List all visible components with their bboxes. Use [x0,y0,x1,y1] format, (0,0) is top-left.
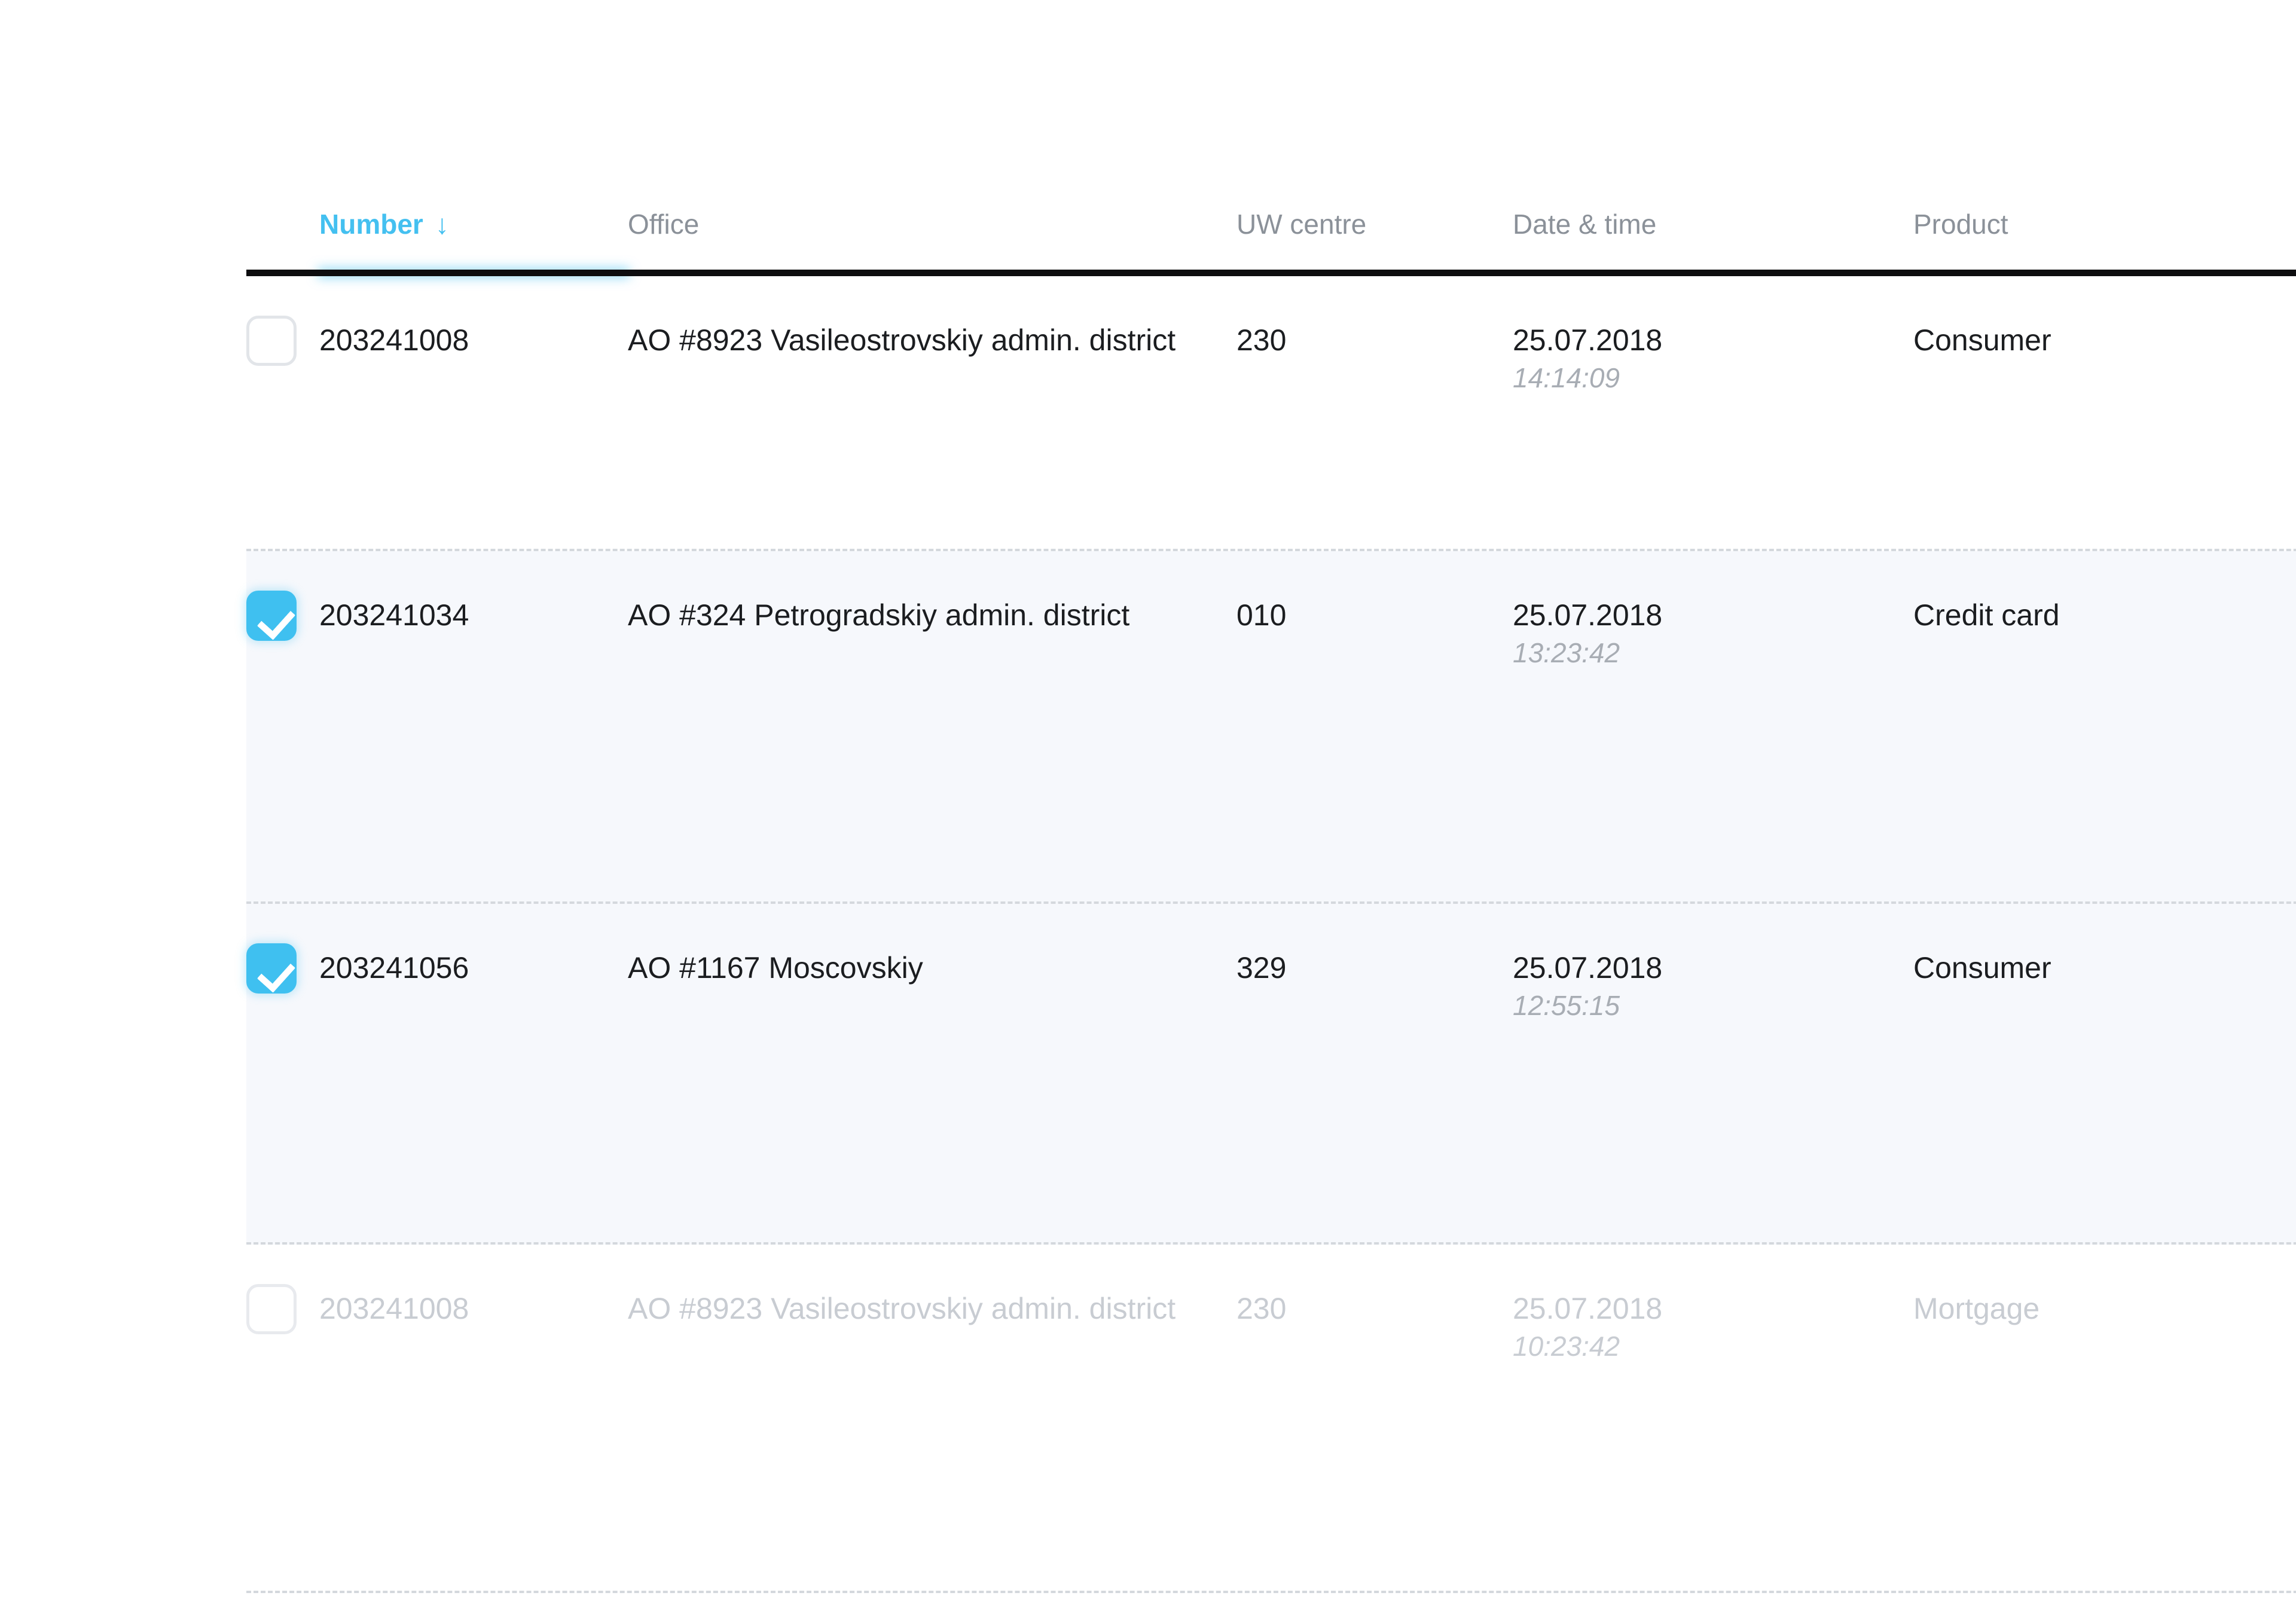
row-checkbox[interactable] [246,316,297,366]
cell-uw-centre: 010 [1236,598,1287,632]
cell-uw-centre: 230 [1236,1292,1287,1325]
row-select-cell[interactable] [246,904,319,994]
table-row[interactable]: 203241008 AO #8923 Vasileostrovskiy admi… [246,276,2296,551]
cell-number: 203241008 [319,323,469,357]
cell-office: AO #324 Petrogradskiy admin. district [628,598,1130,632]
column-header-date-time[interactable]: Date & time [1513,179,1913,276]
header-bottom-rule [246,270,2296,276]
cell-office: AO #8923 Vasileostrovskiy admin. distric… [628,323,1176,357]
cell-time: 10:23:42 [1513,1331,1620,1362]
row-select-cell[interactable] [246,551,319,641]
orders-table: Number ↓ Office UW centre Date & time Pro… [246,0,2296,1620]
table-header-row: Number ↓ Office UW centre Date & time Pro… [246,179,2296,276]
column-header-uw-centre-label: UW centre [1236,209,1367,240]
cell-time: 14:14:09 [1513,362,1620,393]
cell-date: 25.07.2018 [1513,951,1663,985]
cell-number: 203241056 [319,951,469,985]
cell-office: AO #8923 Vasileostrovskiy admin. distric… [628,1292,1176,1325]
cell-date: 25.07.2018 [1513,598,1663,632]
cell-office: AO #1167 Moscovskiy [628,951,923,985]
cell-date-time: 25.07.2018 13:23:42 [1513,551,1913,671]
row-select-cell[interactable] [246,276,319,366]
cell-product: Consumer [1913,323,2051,357]
row-select-cell[interactable] [246,1245,319,1334]
cell-date-time: 25.07.2018 10:23:42 [1513,1245,1913,1364]
column-header-uw-centre[interactable]: UW centre [1236,179,1513,276]
cell-date: 25.07.2018 [1513,1292,1663,1325]
cell-date-time: 25.07.2018 12:55:15 [1513,904,1913,1023]
cell-uw-centre: 329 [1236,951,1287,985]
column-header-number[interactable]: Number ↓ [319,179,628,276]
row-checkbox[interactable] [246,943,297,994]
cell-number: 203241008 [319,1292,469,1325]
cell-number: 203241034 [319,598,469,632]
cell-product: Credit card [1913,598,2060,632]
table-row[interactable]: 203241034 AO #324 Petrogradskiy admin. d… [246,551,2296,904]
cell-date-time: 25.07.2018 14:14:09 [1513,276,1913,396]
table-body: 203241008 AO #8923 Vasileostrovskiy admi… [246,276,2296,1593]
column-header-office[interactable]: Office [628,179,1236,276]
column-header-date-time-label: Date & time [1513,209,1657,240]
row-checkbox[interactable] [246,591,297,641]
cell-time: 12:55:15 [1513,990,1620,1021]
sort-descending-icon: ↓ [435,209,449,240]
column-header-number-label: Number [319,209,423,240]
cell-time: 13:23:42 [1513,637,1620,668]
column-header-product[interactable]: Product [1913,179,2296,276]
cell-product: Consumer [1913,951,2051,985]
column-header-product-label: Product [1913,209,2008,240]
cell-date: 25.07.2018 [1513,323,1663,357]
table-row[interactable]: 203241056 AO #1167 Moscovskiy 329 25.07.… [246,904,2296,1245]
row-checkbox[interactable] [246,1284,297,1334]
table-row[interactable]: 203241008 AO #8923 Vasileostrovskiy admi… [246,1245,2296,1593]
row-separator [246,1591,2296,1593]
cell-product: Mortgage [1913,1292,2040,1325]
cell-uw-centre: 230 [1236,323,1287,357]
column-header-select [246,179,319,276]
column-header-office-label: Office [628,209,700,240]
